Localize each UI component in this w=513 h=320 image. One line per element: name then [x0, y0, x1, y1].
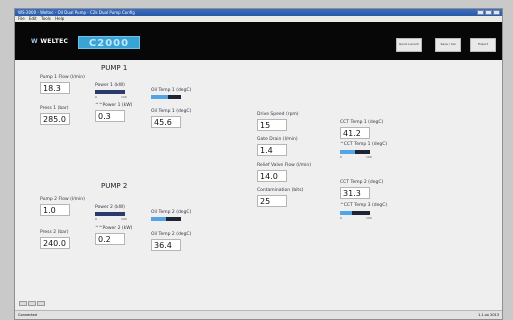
pump1-flow-value: 18.3 [40, 82, 70, 94]
drive-speed-label: Drive Speed (rpm) [257, 112, 299, 117]
brand-logo: W WELTEC [31, 38, 69, 45]
pump1-power-scale-min: 0 [95, 95, 97, 99]
cct1-value: 41.2 [340, 127, 370, 139]
tab-1[interactable] [19, 301, 27, 306]
contamination-label: Contamination (bits) [257, 188, 304, 193]
gate-drain-label: Gate Drain (l/min) [257, 137, 298, 142]
pump1-oiltemp-value: 45.6 [151, 116, 181, 128]
dashboard-panel: PUMP 1 Pump 1 Flow (l/min) 18.3 Power 1 … [15, 60, 502, 319]
window-controls [477, 10, 500, 15]
tab-2[interactable] [28, 301, 36, 306]
cct2-bar-label: ^CCT Temp 3 (degC) [340, 203, 388, 208]
minimize-button[interactable] [477, 10, 484, 15]
gate-drain-value: 1.4 [257, 144, 287, 156]
pump2-power-bar [95, 212, 125, 216]
model-logo: C2000 [78, 36, 140, 49]
pump2-flow-value: 1.0 [40, 204, 70, 216]
relief-valve-label: Relief Valve Flow (l/min) [257, 163, 312, 168]
menu-file[interactable]: File [18, 16, 25, 21]
cct1-scale-min: 0 [340, 155, 342, 159]
pump1-power-bar [95, 90, 125, 94]
pump2-press-value: 240.0 [40, 237, 70, 249]
cct1-scale-max: 100 [366, 155, 372, 159]
menu-edit[interactable]: Edit [29, 16, 37, 21]
pump1-power-value-label: ^^Power 1 (kW) [95, 103, 133, 108]
pump2-power-value-label: ^^Power 2 (kW) [95, 226, 133, 231]
cct1-bar [340, 150, 370, 154]
quick-launch-button[interactable]: Quick Launch [396, 38, 422, 52]
relief-valve-value: 14.0 [257, 170, 287, 182]
title-bar: WS-2000 - Weltec - Oil Dual Pump - C2k D… [15, 9, 502, 16]
cct2-scale-min: 0 [340, 216, 342, 220]
maximize-button[interactable] [485, 10, 492, 15]
pump1-power-bar-label: Power 1 (kW) [95, 83, 125, 88]
application-window: WS-2000 - Weltec - Oil Dual Pump - C2k D… [14, 8, 503, 320]
drive-speed-value: 15 [257, 119, 287, 131]
cct1-label: CCT Temp 1 (degC) [340, 120, 384, 125]
pump2-oiltemp-value: 36.4 [151, 239, 181, 251]
menu-tools[interactable]: Tools [41, 16, 51, 21]
cct2-scale-max: 100 [366, 216, 372, 220]
pump2-title: PUMP 2 [101, 182, 128, 190]
close-button[interactable] [493, 10, 500, 15]
pump1-power-scale-max: 100 [121, 95, 127, 99]
header-banner: W WELTEC C2000 Quick Launch Save / Cal E… [15, 22, 502, 60]
save-cal-button[interactable]: Save / Cal [435, 38, 461, 52]
pump1-press-label: Press 1 (bar) [40, 106, 69, 111]
contamination-value: 25 [257, 195, 287, 207]
pump2-flow-label: Pump 2 Flow (l/min) [40, 197, 85, 202]
menu-help[interactable]: Help [55, 16, 64, 21]
pump1-title: PUMP 1 [101, 64, 128, 72]
cct2-value: 31.3 [340, 187, 370, 199]
pump2-power-scale-min: 0 [95, 217, 97, 221]
pump1-press-value: 285.0 [40, 113, 70, 125]
pump2-power-bar-label: Power 2 (kW) [95, 205, 125, 210]
pump1-flow-label: Pump 1 Flow (l/min) [40, 75, 85, 80]
cct2-bar [340, 211, 370, 215]
tab-3[interactable] [37, 301, 45, 306]
pump2-oiltemp-bar [151, 217, 181, 221]
bottom-tabs [19, 301, 45, 306]
pump1-power-value: 0.3 [95, 110, 125, 122]
pump2-press-label: Press 2 (bar) [40, 230, 69, 235]
pump2-power-scale-max: 100 [121, 217, 127, 221]
pump2-oiltemp-label: Oil Temp 2 (degC) [151, 232, 192, 237]
cct1-bar-label: ^CCT Temp 1 (degC) [340, 142, 388, 147]
pump1-oiltemp-bar [151, 95, 181, 99]
pump2-oiltemp-bar-label: Oil Temp 2 (degC) [151, 210, 192, 215]
pump2-power-value: 0.2 [95, 233, 125, 245]
pump1-oiltemp-bar-label: Oil Temp 1 (degC) [151, 88, 192, 93]
export-button[interactable]: Export [470, 38, 496, 52]
cct2-label: CCT Temp 2 (degC) [340, 180, 384, 185]
pump1-oiltemp-label: Oil Temp 1 (degC) [151, 109, 192, 114]
window-title: WS-2000 - Weltec - Oil Dual Pump - C2k D… [18, 10, 135, 15]
